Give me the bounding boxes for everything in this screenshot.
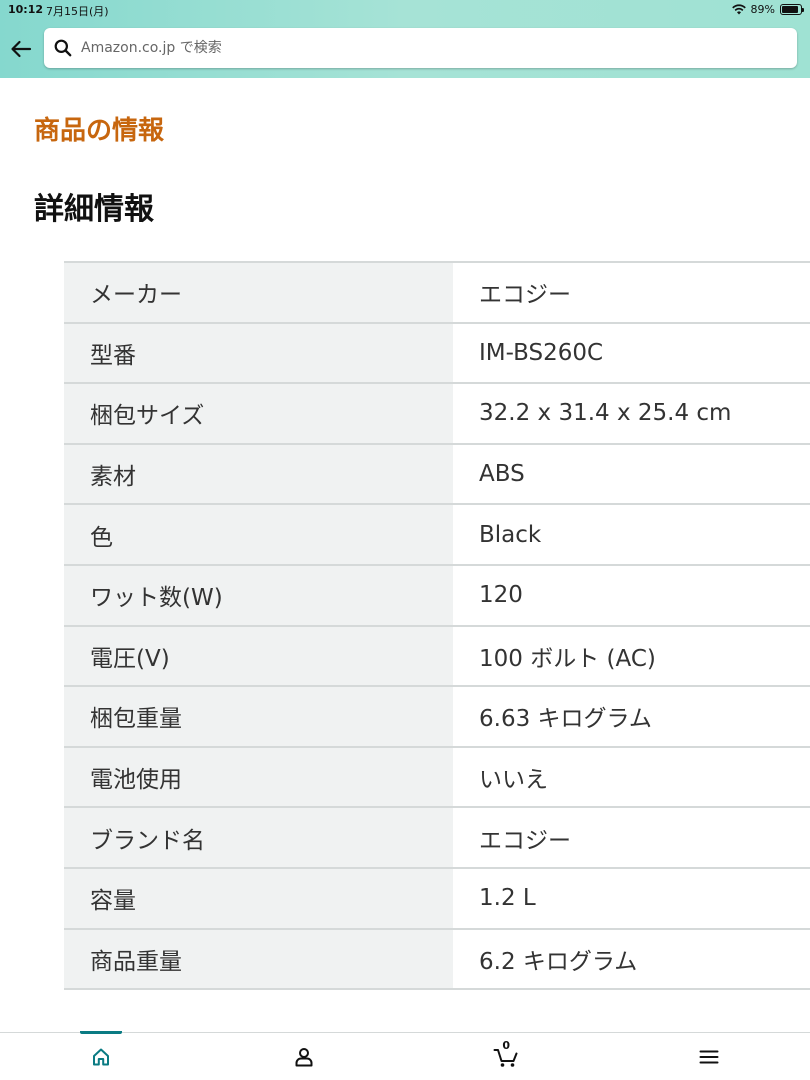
bottom-navigation: 0: [0, 1031, 810, 1080]
product-spec-table: メーカー エコジー 型番 IM-BS260C 梱包サイズ 32.2 x 31.4…: [64, 261, 810, 991]
back-button[interactable]: [8, 36, 34, 62]
nav-cart-button[interactable]: 0: [405, 1033, 608, 1080]
subsection-title: 詳細情報: [34, 192, 154, 227]
spec-label: ワット数(W): [64, 564, 453, 627]
table-row: 素材 ABS: [64, 443, 810, 506]
spec-value: 1.2 L: [453, 867, 810, 930]
nav-menu-button[interactable]: [608, 1033, 810, 1080]
table-row: 型番 IM-BS260C: [64, 322, 810, 385]
spec-value: いいえ: [453, 746, 810, 809]
status-time: 10:12: [8, 3, 44, 16]
top-header: 10:12 7月15日(月) 89%: [0, 0, 810, 78]
spec-label: 容量: [64, 867, 453, 930]
spec-label: ブランド名: [64, 807, 453, 869]
spec-value: ABS: [453, 443, 810, 506]
spec-value: エコジー: [453, 807, 810, 869]
search-icon: [54, 39, 72, 57]
table-row: 梱包サイズ 32.2 x 31.4 x 25.4 cm: [64, 383, 810, 445]
table-row: ブランド名 エコジー: [64, 807, 810, 869]
search-input[interactable]: [81, 28, 797, 68]
spec-label: 梱包重量: [64, 686, 453, 748]
spec-label: 色: [64, 504, 453, 566]
spec-value: 32.2 x 31.4 x 25.4 cm: [453, 383, 810, 445]
spec-label: メーカー: [64, 262, 453, 324]
battery-fill: [782, 6, 799, 13]
spec-label: 型番: [64, 322, 453, 385]
spec-value: 6.2 キログラム: [453, 928, 810, 991]
spec-label: 電圧(V): [64, 625, 453, 688]
spec-label: 梱包サイズ: [64, 383, 453, 445]
status-indicators: 89%: [731, 3, 804, 16]
table-row: 容量 1.2 L: [64, 867, 810, 930]
table-row: ワット数(W) 120: [64, 564, 810, 627]
status-date: 7月15日(月): [46, 5, 109, 18]
section-title: 商品の情報: [34, 116, 165, 146]
spec-value: 120: [453, 564, 810, 627]
hamburger-menu-icon: [699, 1050, 719, 1063]
back-arrow-icon: [11, 40, 32, 58]
battery-icon: [780, 4, 804, 15]
spec-value: 6.63 キログラム: [453, 686, 810, 748]
home-icon: [93, 1048, 110, 1065]
table-row: 梱包重量 6.63 キログラム: [64, 686, 810, 748]
status-bar: 10:12 7月15日(月) 89%: [0, 0, 810, 20]
spec-label: 素材: [64, 443, 453, 506]
nav-account-button[interactable]: [203, 1033, 406, 1080]
battery-percent: 89%: [750, 3, 775, 16]
table-row: メーカー エコジー: [64, 262, 810, 324]
spec-value: 100 ボルト (AC): [453, 625, 810, 688]
table-row: 色 Black: [64, 504, 810, 566]
spec-label: 電池使用: [64, 746, 453, 809]
active-tab-indicator: [80, 1031, 123, 1034]
search-bar[interactable]: [44, 28, 797, 68]
spec-value: エコジー: [453, 262, 810, 324]
wifi-icon: [731, 4, 746, 15]
table-row: 電圧(V) 100 ボルト (AC): [64, 625, 810, 688]
table-row: 電池使用 いいえ: [64, 746, 810, 809]
cart-count-badge: 0: [502, 1039, 511, 1052]
person-icon: [295, 1047, 313, 1066]
nav-home-button[interactable]: [0, 1031, 203, 1080]
spec-value: IM-BS260C: [453, 322, 810, 385]
table-row: 商品重量 6.2 キログラム: [64, 928, 810, 991]
spec-value: Black: [453, 504, 810, 566]
spec-label: 商品重量: [64, 928, 453, 991]
